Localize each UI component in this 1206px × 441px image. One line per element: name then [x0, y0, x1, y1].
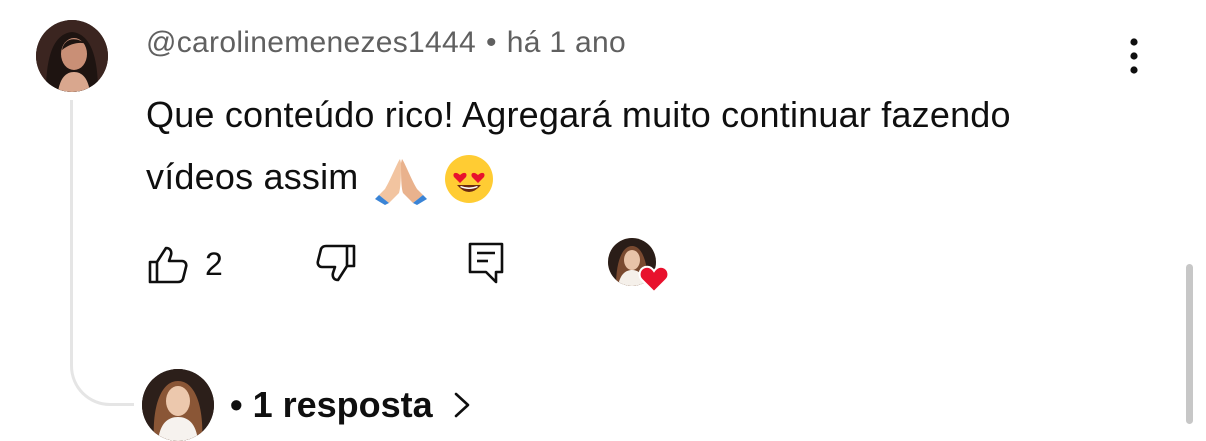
author-name[interactable]: @carolinemenezes1444: [146, 26, 476, 59]
header-separator: •: [485, 26, 497, 59]
scrollbar[interactable]: [1186, 264, 1193, 424]
comment-text: Que conteúdo rico! Agregará muito contin…: [146, 94, 1011, 197]
dislike-button[interactable]: [314, 242, 358, 286]
comment-actions: 2: [0, 236, 1206, 296]
chevron-right-icon: [454, 392, 470, 418]
author-avatar[interactable]: [36, 20, 108, 92]
vertical-dots-icon: [1130, 38, 1138, 74]
heart-icon: [638, 265, 670, 294]
replies-count-label: • 1 resposta: [230, 384, 433, 425]
heart-eyes-emoji: [444, 155, 493, 204]
thumbs-up-icon: [148, 246, 188, 284]
thumbs-down-icon: [316, 244, 356, 282]
creator-heart: [608, 238, 672, 298]
comment-body: Que conteúdo rico! Agregará muito contin…: [146, 84, 1106, 208]
comment-header: @carolinemenezes1444 • há 1 ano: [146, 26, 626, 60]
reply-button[interactable]: [466, 240, 506, 286]
reply-author-avatar: [142, 369, 214, 441]
like-count: 2: [205, 246, 223, 282]
more-options-button[interactable]: [1114, 34, 1154, 78]
comment-reply-icon: [468, 242, 504, 284]
folded-hands-emoji: [374, 159, 427, 206]
comment-timestamp[interactable]: há 1 ano: [507, 26, 626, 59]
view-replies-button[interactable]: • 1 resposta: [142, 369, 473, 441]
like-button[interactable]: [146, 242, 190, 286]
